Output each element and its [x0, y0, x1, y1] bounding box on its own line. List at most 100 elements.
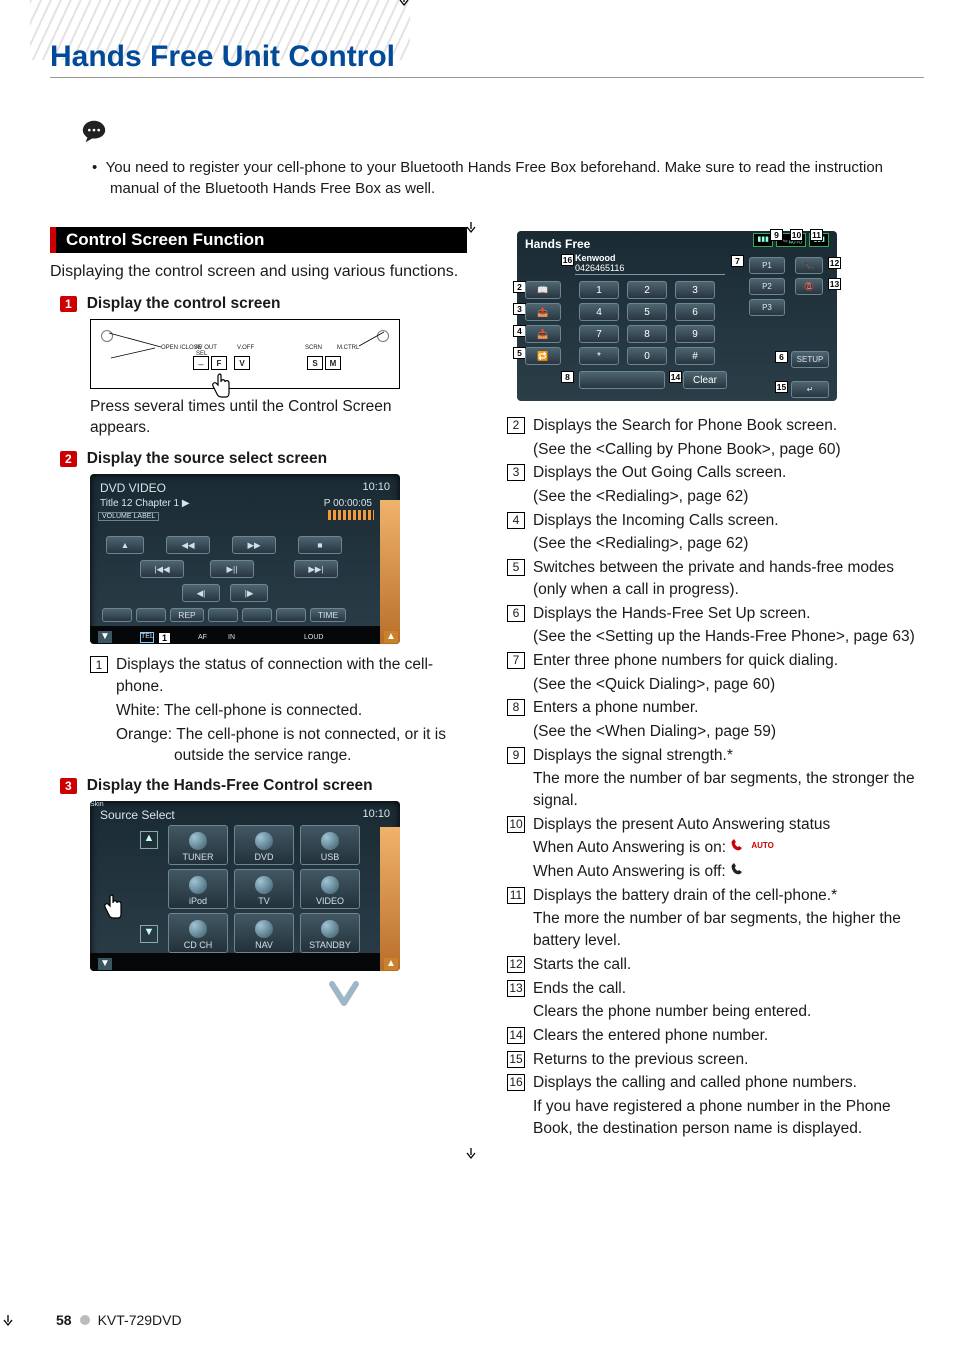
bottom-continuation-arrow-mid [465, 1147, 477, 1165]
return-icon: ↵ [791, 381, 829, 398]
call-end-icon: 📵 [795, 278, 823, 295]
right-column: Hands Free ▮▮▮ 📞AUTO ▮▮▮ 9 10 11 16 Kenw… [507, 227, 924, 1141]
continue-arrow-icon [220, 981, 467, 1014]
key-1: 1 [579, 281, 619, 299]
key-4: 4 [579, 303, 619, 321]
footer-page-number: 58 [56, 1312, 72, 1328]
numbox-5: 5 [507, 559, 525, 576]
numbox-12: 12 [507, 956, 525, 973]
call-start-icon: 📞 [795, 257, 823, 274]
fig3-cell-tuner: TUNER [183, 852, 214, 862]
item-3-text: Displays the Out Going Calls screen. [533, 462, 924, 484]
item-10-text: Displays the present Auto Answering stat… [533, 814, 924, 836]
numbox-11: 11 [507, 887, 525, 904]
hand-pointer2-icon [102, 893, 124, 922]
numbox-7: 7 [507, 652, 525, 669]
phone-auto-on-icon: AUTO [730, 838, 774, 852]
numbox-2: 2 [507, 417, 525, 434]
fig3-cell-cdch: CD CH [184, 940, 213, 950]
numbox-14: 14 [507, 1027, 525, 1044]
item-10-sub2: When Auto Answering is off: [533, 861, 924, 883]
fig2-clock: 10:10 [362, 481, 390, 493]
fig2-title: DVD VIDEO [100, 481, 166, 495]
callout-15: 15 [775, 381, 788, 393]
section-title-bar: Control Screen Function [50, 227, 467, 253]
continuation-arrow-mid [465, 221, 477, 239]
item-6-text: Displays the Hands-Free Set Up screen. [533, 603, 924, 625]
figure-control-panel: OPEN /CLOSE AV OUT SEL V.OFF SCRN M.CTRL… [90, 319, 400, 389]
numbox-8: 8 [507, 699, 525, 716]
key-star: * [579, 347, 619, 365]
fig1-key-F: F [211, 356, 227, 370]
item-15-text: Returns to the previous screen. [533, 1049, 924, 1071]
item-8-sub: (See the <When Dialing>, page 59) [533, 721, 924, 743]
hand-pointer-icon [210, 372, 232, 400]
step-1-badge: 1 [60, 296, 77, 312]
item-4-sub: (See the <Redialing>, page 62) [533, 533, 924, 555]
fig2-volume-label: VOLUME LABEL [98, 512, 159, 521]
step-1-row: 1 Display the control screen [60, 295, 467, 313]
callout-16: 16 [561, 254, 574, 266]
step-3-row: 3 Display the Hands-Free Control screen [60, 777, 467, 795]
item-14-text: Clears the entered phone number. [533, 1025, 924, 1047]
step-2-row: 2 Display the source select screen [60, 450, 467, 468]
fig3-title: Source Select [100, 808, 175, 822]
item-11-sub: The more the number of bar segments, the… [533, 908, 924, 951]
key-2: 2 [627, 281, 667, 299]
key-blank [579, 371, 665, 389]
item-4-text: Displays the Incoming Calls screen. [533, 510, 924, 532]
item-10-sub1: When Auto Answering is on: AUTO [533, 837, 924, 859]
step-1-title: Display the control screen [87, 295, 281, 313]
fig1-label-scrn: SCRN [305, 345, 322, 351]
fig2-af: AF [198, 634, 207, 641]
item-9-sub: The more the number of bar segments, the… [533, 768, 924, 811]
fig3-cell-standby: STANDBY [309, 940, 351, 950]
numbox-16: 16 [507, 1074, 525, 1091]
info-icon [80, 118, 108, 149]
numbox-15: 15 [507, 1051, 525, 1068]
item-16-text: Displays the calling and called phone nu… [533, 1072, 924, 1094]
fig1-key-V: V [234, 356, 250, 370]
key-6: 6 [675, 303, 715, 321]
numbox-3: 3 [507, 464, 525, 481]
fig3-cell-dvd: DVD [254, 852, 273, 862]
fig1-label-mctrl: M.CTRL [337, 345, 359, 351]
footer-model: KVT-729DVD [98, 1312, 182, 1328]
key-3: 3 [675, 281, 715, 299]
intro-note-text: You need to register your cell-phone to … [106, 159, 883, 197]
side-out-icon: 📤 [525, 303, 561, 321]
item-2-sub: (See the <Calling by Phone Book>, page 6… [533, 439, 924, 461]
callout-13: 13 [828, 278, 841, 290]
fig3-cell-tv: TV [258, 896, 270, 906]
step-3-badge: 3 [60, 778, 77, 794]
auto-label: AUTO [751, 840, 774, 851]
callout-6: 6 [775, 351, 788, 363]
preset-1: P1 [749, 257, 785, 274]
fig2-in: IN [228, 634, 235, 641]
page-footer: 58 KVT-729DVD [56, 1312, 182, 1328]
list-item-1-text: Displays the status of connection with t… [116, 654, 467, 697]
intro-note: • You need to register your cell-phone t… [92, 157, 924, 199]
step-2-title: Display the source select screen [87, 450, 327, 468]
item-3-sub: (See the <Redialing>, page 62) [533, 486, 924, 508]
page-title: Hands Free Unit Control [50, 40, 924, 78]
key-5: 5 [627, 303, 667, 321]
callout-10: 10 [790, 229, 803, 241]
hf-number: 0426465116 [575, 263, 725, 273]
hf-name: Kenwood [575, 253, 725, 263]
fig3-cell-usb: USB [321, 852, 340, 862]
item-7-text: Enter three phone numbers for quick dial… [533, 650, 924, 672]
callout-8: 8 [561, 371, 574, 383]
callout-11: 11 [810, 229, 823, 241]
numbox-6: 6 [507, 605, 525, 622]
item-12-text: Starts the call. [533, 954, 924, 976]
item-9-text: Displays the signal strength.* [533, 745, 924, 767]
fig3-cell-ipod: iPod [189, 896, 207, 906]
figure-dvd-screen: DVD VIDEO 10:10 Title 12 Chapter 1 ▶ P 0… [90, 474, 400, 644]
key-8: 8 [627, 325, 667, 343]
key-7: 7 [579, 325, 619, 343]
hf-title: Hands Free [525, 237, 590, 251]
item-11-text: Displays the battery drain of the cell-p… [533, 885, 924, 907]
fig1-key-M: M [325, 356, 341, 370]
list-item-1-sub2-wrap: Orange: The cell-phone is not connected,… [116, 724, 467, 767]
